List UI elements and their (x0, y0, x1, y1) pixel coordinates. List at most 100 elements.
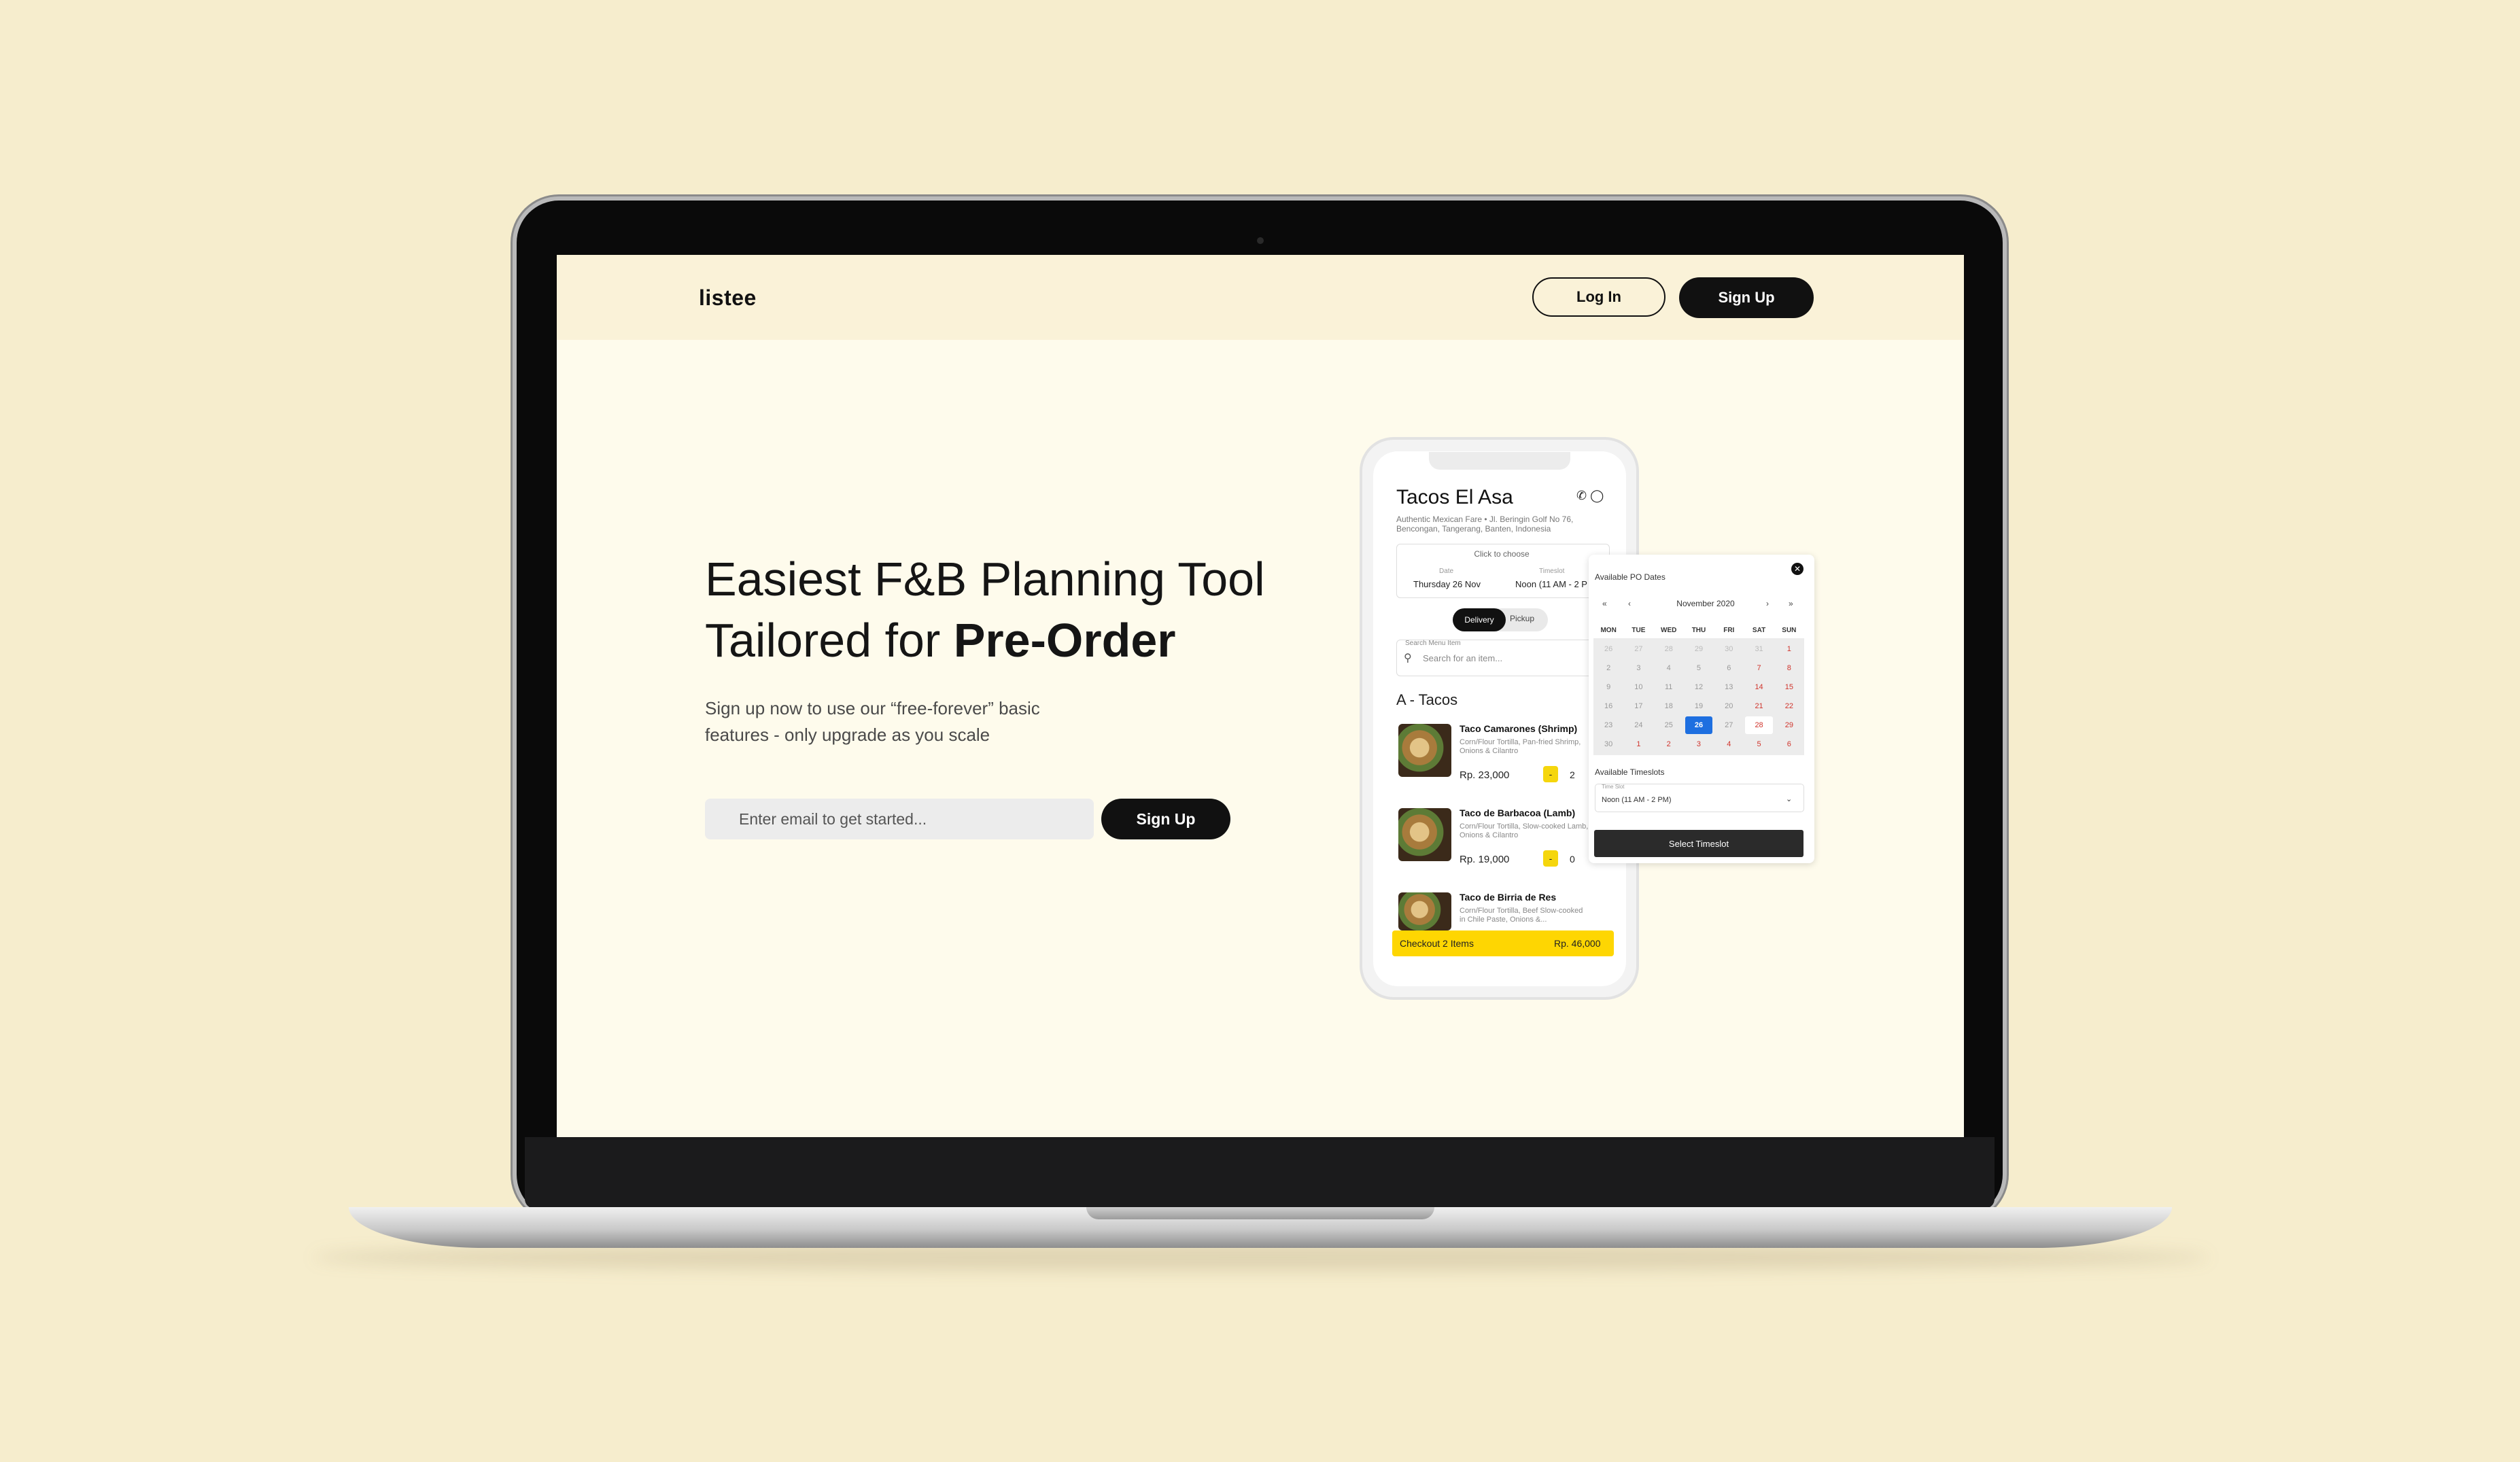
day-cell: 17 (1634, 702, 1643, 710)
day-cell: 9 (1606, 683, 1611, 691)
weekday: SUN (1782, 627, 1797, 634)
day-cell: 27 (1634, 645, 1643, 653)
day-cell: 3 (1636, 664, 1641, 672)
day-cell: 23 (1604, 721, 1613, 729)
toggle-pickup[interactable]: Pickup (1510, 614, 1534, 623)
weekday: THU (1691, 627, 1706, 634)
day-cell: 5 (1696, 664, 1702, 672)
day-cell[interactable]: 28 (1745, 716, 1773, 734)
timeslot-select-label: Time Slot (1602, 784, 1625, 790)
weekday: SAT (1752, 627, 1766, 634)
decrease-qty-button[interactable]: - (1543, 850, 1558, 867)
day-cell[interactable]: 4 (1714, 735, 1744, 754)
prev-month-button[interactable]: ‹ (1628, 599, 1631, 608)
day-cell[interactable]: 29 (1774, 716, 1804, 735)
store-subtitle: Authentic Mexican Fare • Jl. Beringin Go… (1396, 515, 1574, 534)
top-navbar: listee Log In Sign Up (557, 255, 1964, 340)
date-label: Date (1439, 568, 1454, 575)
hero-headline: Easiest F&B Planning Tool Tailored for P… (705, 549, 1265, 671)
search-label: Search Menu Item (1405, 640, 1461, 647)
headline-line1: Easiest F&B Planning Tool (705, 553, 1265, 606)
laptop-chin (525, 1137, 1995, 1208)
day-cell[interactable]: 2 (1654, 735, 1684, 754)
weekday-header: MON TUE WED THU FRI SAT SUN (1593, 623, 1804, 638)
date-hint: Click to choose (1474, 549, 1530, 559)
headline-line2-prefix: Tailored for (705, 614, 954, 667)
day-cell[interactable]: 14 (1744, 678, 1774, 697)
item-desc: Corn/Flour Tortilla, Beef Slow-cooked in… (1460, 907, 1583, 924)
whatsapp-icon[interactable]: ✆ (1576, 489, 1587, 502)
day-cell: 18 (1664, 702, 1673, 710)
day-cell: 4 (1666, 664, 1671, 672)
close-icon[interactable]: ✕ (1791, 563, 1803, 575)
select-timeslot-button[interactable]: Select Timeslot (1594, 830, 1803, 857)
search-icon: ⚲ (1404, 652, 1412, 664)
weekday: TUE (1632, 627, 1646, 634)
item-image (1398, 724, 1451, 777)
day-cell: 30 (1725, 645, 1733, 653)
calendar-title: Available PO Dates (1595, 572, 1665, 582)
day-cell[interactable]: 7 (1744, 659, 1774, 678)
timeslot-label: Timeslot (1539, 568, 1565, 575)
prev-year-button[interactable]: « (1602, 599, 1607, 608)
day-cell[interactable]: 6 (1774, 735, 1804, 754)
day-cell[interactable]: 22 (1774, 697, 1804, 716)
chevron-down-icon: ⌄ (1786, 795, 1793, 803)
phone-notch (1429, 452, 1570, 470)
day-cell: 29 (1694, 645, 1704, 653)
decrease-qty-button[interactable]: - (1543, 766, 1558, 782)
item-qty: 2 (1570, 769, 1575, 780)
signup-button-nav[interactable]: Sign Up (1679, 277, 1814, 318)
day-cell[interactable]: 8 (1774, 659, 1804, 678)
laptop-shadow (313, 1244, 2209, 1271)
day-cell[interactable]: 5 (1744, 735, 1774, 754)
day-cell: 16 (1604, 702, 1613, 710)
item-desc: Corn/Flour Tortilla, Slow-cooked Lamb, O… (1460, 822, 1589, 839)
next-year-button[interactable]: » (1789, 599, 1793, 608)
item-price: Rp. 23,000 (1460, 769, 1510, 781)
logo[interactable]: listee (699, 285, 757, 311)
day-cell: 19 (1694, 702, 1704, 710)
day-cell: 24 (1634, 721, 1643, 729)
toggle-delivery[interactable]: Delivery (1453, 608, 1506, 631)
day-cell-selected[interactable]: 26 (1685, 716, 1713, 734)
browser-screen: listee Log In Sign Up Easiest F&B Planni… (557, 255, 1964, 1137)
day-cell: 25 (1664, 721, 1673, 729)
day-cell: 2 (1606, 664, 1611, 672)
day-cell: 27 (1725, 721, 1733, 729)
next-month-button[interactable]: › (1766, 599, 1769, 608)
checkout-label: Checkout 2 Items (1400, 938, 1474, 949)
day-cell: 30 (1604, 740, 1613, 748)
instagram-icon[interactable]: ◯ (1590, 489, 1604, 502)
search-placeholder: Search for an item... (1423, 653, 1503, 663)
day-cell[interactable]: 15 (1774, 678, 1804, 697)
item-price: Rp. 19,000 (1460, 854, 1510, 865)
checkout-total: Rp. 46,000 (1554, 938, 1601, 949)
item-qty: 0 (1570, 854, 1575, 865)
calendar-month: November 2020 (1676, 599, 1735, 608)
store-title: Tacos El Asa (1396, 486, 1513, 508)
email-input[interactable] (705, 799, 1094, 839)
day-cell[interactable]: 3 (1684, 735, 1714, 754)
social-icons: ✆ ◯ (1576, 489, 1604, 503)
calendar-days: 26 27 28 29 30 31 1 2 3 4 5 6 7 8 9 10 1… (1593, 638, 1804, 755)
day-cell: 31 (1755, 645, 1763, 653)
item-image (1398, 808, 1451, 861)
day-cell[interactable]: 21 (1744, 697, 1774, 716)
timeslot-select-value: Noon (11 AM - 2 PM) (1602, 796, 1672, 804)
headline-line2-bold: Pre-Order (953, 614, 1176, 667)
item-name: Taco de Birria de Res (1460, 892, 1557, 903)
calendar-grid: MON TUE WED THU FRI SAT SUN 26 27 28 29 … (1593, 623, 1804, 755)
day-cell: 26 (1604, 645, 1613, 653)
day-cell[interactable]: 1 (1774, 640, 1804, 659)
hero-subtext: Sign up now to use our “free-forever” ba… (705, 698, 1040, 745)
weekday: MON (1600, 627, 1617, 634)
day-cell[interactable]: 1 (1623, 735, 1653, 754)
day-cell: 6 (1727, 664, 1731, 672)
item-desc: Corn/Flour Tortilla, Pan-fried Shrimp, O… (1460, 738, 1581, 755)
item-name: Taco Camarones (Shrimp) (1460, 723, 1578, 734)
day-cell: 11 (1664, 683, 1673, 691)
signup-button-hero[interactable]: Sign Up (1101, 799, 1230, 839)
timeslot-title: Available Timeslots (1595, 767, 1665, 777)
login-button[interactable]: Log In (1532, 277, 1665, 317)
